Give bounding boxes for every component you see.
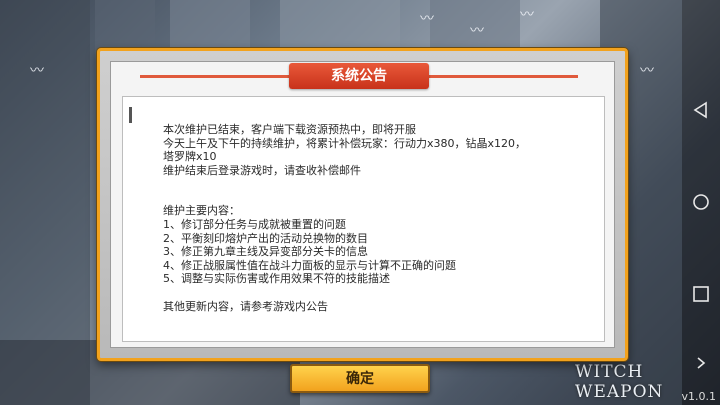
bird-icon: 〰 [420,11,434,27]
home-circle-icon[interactable] [691,192,711,212]
bird-icon: 〰 [640,63,654,79]
text-line: 今天上午及下午的持续维护，将累计补偿玩家：行动力x380，钻晶x120， [163,136,527,150]
bird-icon: 〰 [30,63,44,79]
android-nav-bar [682,0,720,405]
version-label: v1.0.1 [681,390,717,403]
announcement-content[interactable]: 本次维护已结束，客户端下载资源预热中，即将开服 今天上午及下午的持续维护，将累计… [122,96,605,342]
confirm-button[interactable]: 确定 [290,364,430,393]
text-line: 塔罗牌x10 [163,150,217,164]
back-triangle-icon[interactable] [691,100,711,120]
list-item: 2、平衡刻印熔炉产出的活动兑换物的数目 [163,231,368,245]
building [280,0,400,50]
text-line: 维护结束后登录游戏时，请查收补偿邮件 [163,163,361,177]
list-item: 1、修订部分任务与成就被重置的问题 [163,217,346,231]
announcement-dialog: 系统公告 本次维护已结束，客户端下载资源预热中，即将开服 今天上午及下午的持续维… [97,48,628,361]
bird-icon: 〰 [470,23,484,39]
dialog-title: 系统公告 [289,63,429,89]
chevron-right-icon [697,357,706,369]
recents-square-icon[interactable] [691,284,711,304]
announcement-text: 本次维护已结束，客户端下载资源预热中，即将开服 今天上午及下午的持续维护，将累计… [163,123,583,314]
list-item: 4、修正战服属性值在战斗力面板的显示与计算不正确的问题 [163,258,456,272]
section-title: 维护主要内容： [163,204,240,218]
title-divider-left [140,75,290,78]
text-line: 本次维护已结束，客户端下载资源预热中，即将开服 [163,123,416,136]
list-item: 5、调整与实际伤害或作用效果不符的技能描述 [163,272,390,286]
bird-icon: 〰 [520,7,534,23]
title-divider-right [428,75,578,78]
footer-note: 其他更新内容，请参考游戏内公告 [163,299,328,313]
scroll-indicator[interactable] [129,107,132,123]
list-item: 3、修正第九章主线及异变部分关卡的信息 [163,245,368,259]
